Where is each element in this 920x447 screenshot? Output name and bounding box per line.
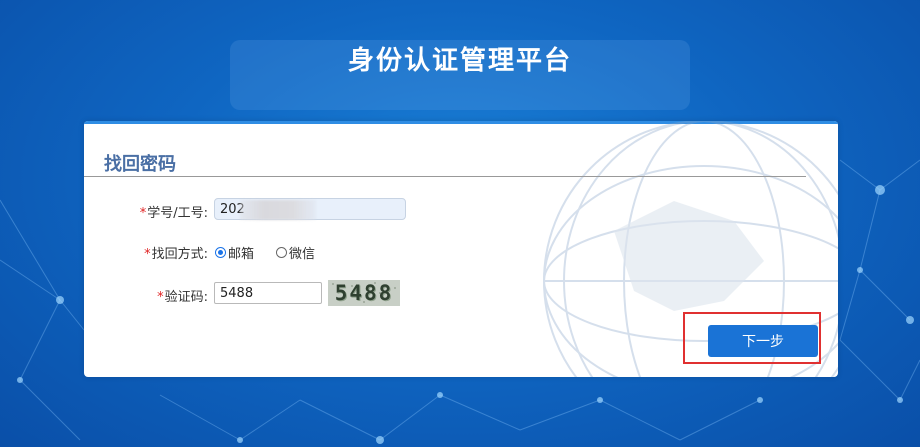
radio-wechat[interactable]: 微信: [276, 243, 315, 262]
method-row: *找回方式: 邮箱 微信: [84, 239, 838, 265]
radio-email[interactable]: 邮箱: [215, 243, 254, 262]
captcha-image[interactable]: 5488: [328, 280, 400, 306]
required-mark: *: [144, 247, 151, 262]
method-label: 找回方式:: [151, 247, 208, 262]
highlight-annotation: [683, 312, 821, 364]
method-radio-group: 邮箱 微信: [215, 243, 337, 262]
id-label: 学号/工号:: [147, 206, 208, 221]
captcha-label: 验证码:: [164, 290, 208, 305]
method-label-wrap: *找回方式:: [144, 243, 208, 262]
id-label-wrap: *学号/工号:: [140, 202, 208, 221]
captcha-text: 5488: [334, 281, 394, 305]
radio-checked-icon[interactable]: [215, 247, 226, 258]
redacted-mask: [240, 200, 316, 220]
captcha-row: *验证码: 5488: [84, 280, 838, 308]
required-mark: *: [139, 206, 147, 221]
card-divider: [84, 176, 806, 177]
captcha-input[interactable]: [214, 282, 322, 304]
captcha-label-wrap: *验证码:: [157, 286, 208, 305]
id-row: *学号/工号:: [84, 198, 838, 224]
radio-wechat-label: 微信: [289, 247, 316, 262]
radio-email-label: 邮箱: [228, 247, 255, 262]
required-mark: *: [157, 290, 164, 305]
card-title: 找回密码: [104, 154, 176, 175]
page-title: 身份认证管理平台: [347, 46, 572, 76]
radio-unchecked-icon[interactable]: [276, 247, 288, 258]
